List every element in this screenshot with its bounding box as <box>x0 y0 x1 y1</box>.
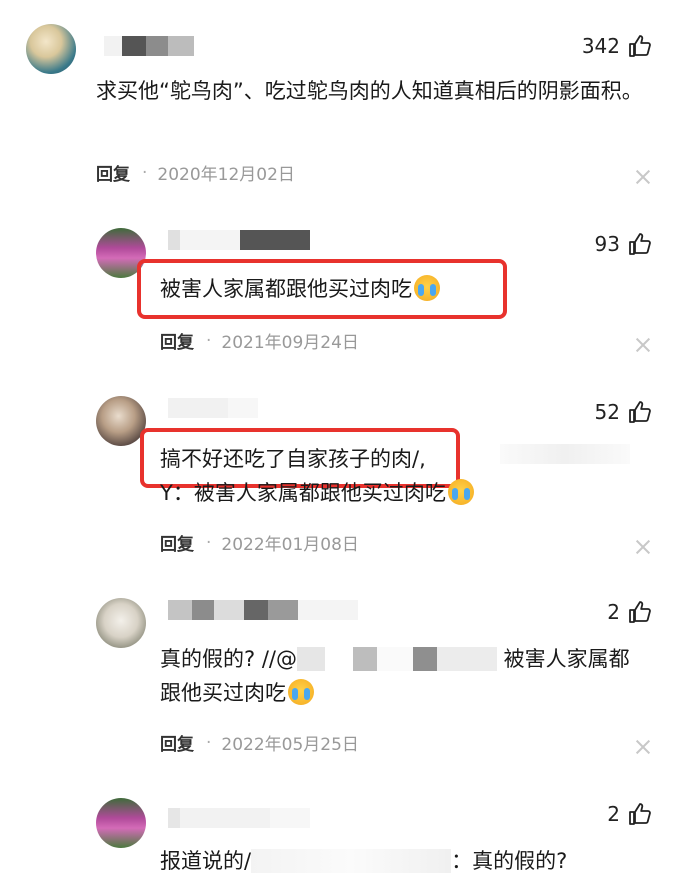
username-blurred[interactable] <box>168 600 358 620</box>
thumbs-up-icon[interactable] <box>628 34 652 58</box>
comment-meta: 回复 · 2021年09月24日 <box>160 328 359 354</box>
like-group[interactable]: 342 <box>582 34 652 58</box>
close-icon[interactable] <box>636 170 650 184</box>
comment-meta: 回复 · 2022年05月25日 <box>160 730 359 756</box>
comment-date: 2021年09月24日 <box>221 333 359 353</box>
reply-button[interactable]: 回复 <box>160 530 194 555</box>
close-icon[interactable] <box>636 540 650 554</box>
thumbs-up-icon[interactable] <box>628 802 652 826</box>
mention-blurred[interactable] <box>251 849 452 873</box>
reply-button[interactable]: 回复 <box>160 730 194 755</box>
close-icon[interactable] <box>636 740 650 754</box>
avatar[interactable] <box>26 24 76 74</box>
reply-button[interactable]: 回复 <box>96 160 130 185</box>
like-count: 342 <box>581 34 620 58</box>
like-group[interactable]: 52 <box>595 400 652 424</box>
blurred-region <box>500 444 630 464</box>
crying-face-emoji <box>447 479 474 505</box>
username-blurred[interactable] <box>168 230 310 250</box>
like-count: 93 <box>594 232 620 256</box>
username-blurred[interactable] <box>168 398 258 418</box>
comment-date: 2020年12月02日 <box>157 165 295 185</box>
thumbs-up-icon[interactable] <box>628 232 652 256</box>
avatar[interactable] <box>96 396 146 446</box>
reply-button[interactable]: 回复 <box>160 328 194 353</box>
close-icon[interactable] <box>636 338 650 352</box>
like-group[interactable]: 93 <box>595 232 652 256</box>
thumbs-up-icon[interactable] <box>628 600 652 624</box>
crying-face-emoji <box>414 275 440 301</box>
comment-text-line2: 跟他买过肉吃 <box>160 676 314 710</box>
mention-blurred[interactable] <box>296 647 497 671</box>
avatar[interactable] <box>96 598 146 648</box>
comment-meta: 回复 · 2022年01月08日 <box>160 530 359 556</box>
like-count: 2 <box>607 802 620 826</box>
username-blurred[interactable] <box>168 808 310 828</box>
avatar[interactable] <box>96 798 146 848</box>
comment-text: 真的假的? //@ 被害人家属都 <box>160 647 630 671</box>
like-group[interactable]: 2 <box>607 600 652 624</box>
thumbs-up-icon[interactable] <box>628 400 652 424</box>
comment-text: 报道说的/：真的假的? <box>160 849 568 873</box>
crying-face-emoji <box>288 679 314 705</box>
comment-text: 搞不好还吃了自家孩子的肉/, <box>160 447 426 471</box>
like-count: 52 <box>594 400 620 424</box>
quoted-text: Y：被害人家属都跟他买过肉吃 <box>160 476 474 510</box>
like-group[interactable]: 2 <box>607 802 652 826</box>
like-count: 2 <box>607 600 620 624</box>
comment-date: 2022年01月08日 <box>221 535 359 555</box>
username-blurred[interactable] <box>104 36 194 56</box>
comment-meta: 回复 · 2020年12月02日 <box>96 160 295 186</box>
comment-text: 求买他“鸵鸟肉”、吃过鸵鸟肉的人知道真相后的阴影面积。 <box>96 79 643 103</box>
comment-date: 2022年05月25日 <box>221 735 359 755</box>
comment-text: 被害人家属都跟他买过肉吃 <box>160 272 440 306</box>
